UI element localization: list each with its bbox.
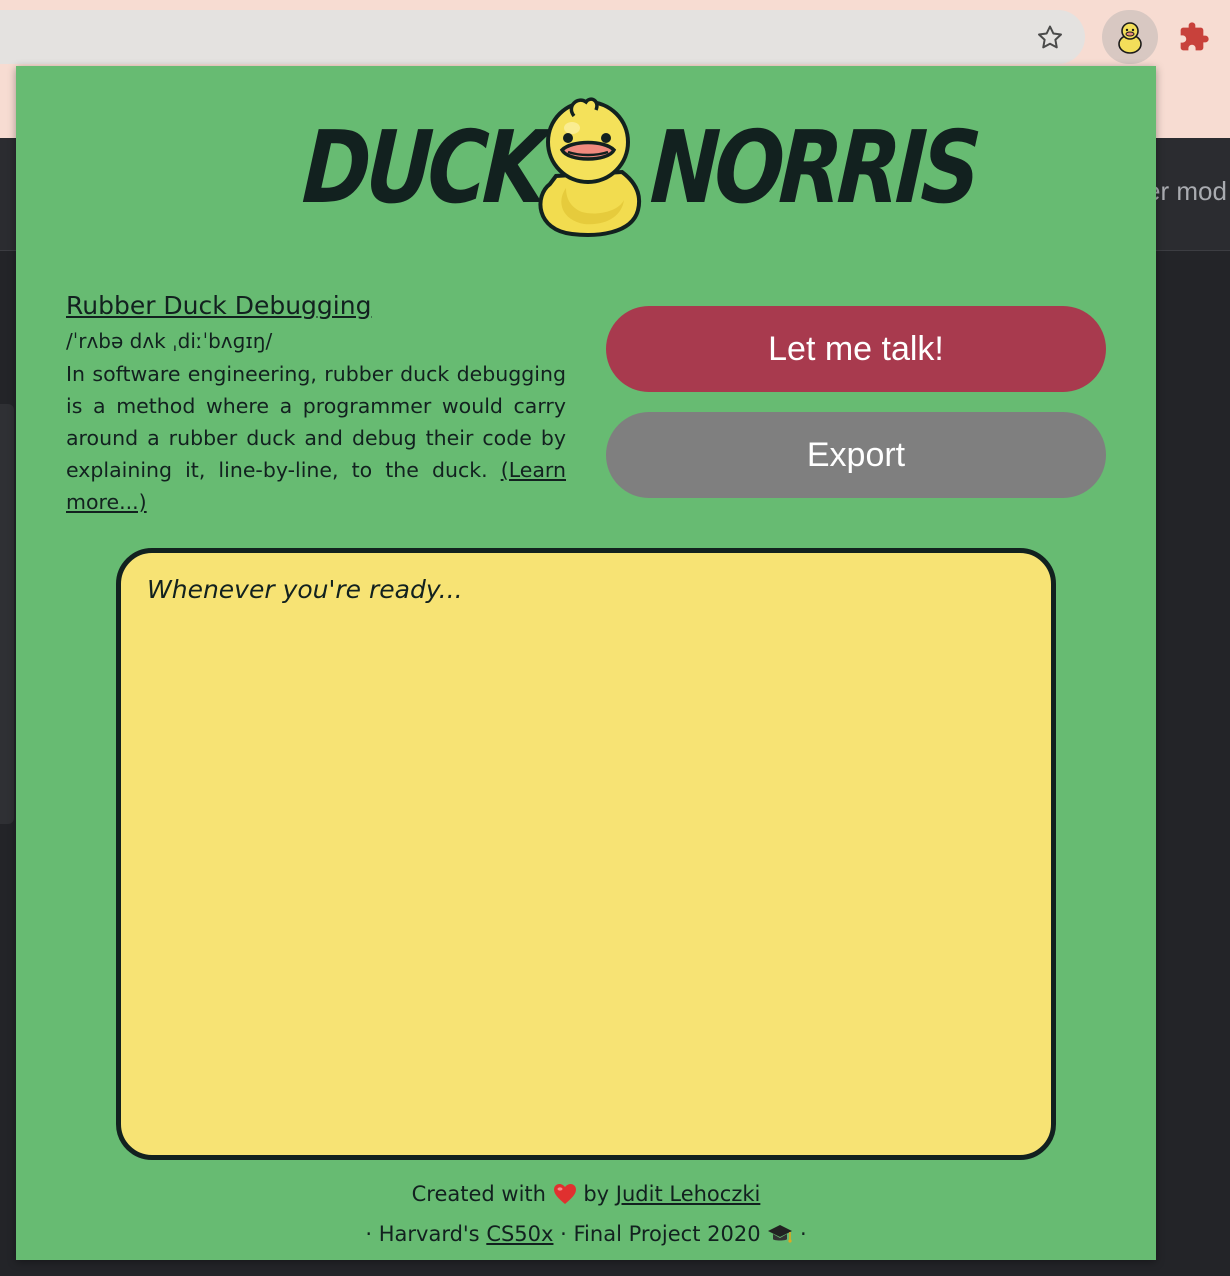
footer-final-project: · Final Project 2020 — [560, 1222, 761, 1246]
extension-popup: DUCK NORRIS Rubber Duck Debugging /ˈrʌbə… — [16, 66, 1156, 1260]
footer-harvard: · Harvard's — [365, 1222, 480, 1246]
app-logo: DUCK NORRIS — [300, 92, 979, 242]
definition-title-link[interactable]: Rubber Duck Debugging — [66, 288, 566, 324]
logo-word-norris: NORRIS — [647, 109, 980, 226]
footer-by: by — [583, 1182, 610, 1206]
background-page-text: er mod — [1146, 176, 1227, 206]
graduation-cap-icon — [768, 1225, 793, 1243]
logo-word-duck: DUCK — [299, 109, 546, 226]
footer: Created with by Judit Lehoczki · Harvard… — [16, 1174, 1156, 1254]
footer-line-2: · Harvard's CS50x · Final Project 2020 · — [16, 1214, 1156, 1254]
puzzle-icon[interactable] — [1168, 10, 1220, 64]
footer-created-with: Created with — [411, 1182, 546, 1206]
definition-body: In software engineering, rubber duck deb… — [66, 358, 566, 518]
let-me-talk-button[interactable]: Let me talk! — [606, 306, 1106, 392]
heart-icon — [553, 1184, 576, 1204]
footer-dot: · — [799, 1222, 807, 1246]
rubber-duck-icon — [538, 97, 642, 237]
footer-line-1: Created with by Judit Lehoczki — [16, 1174, 1156, 1214]
duck-extension-icon[interactable] — [1102, 10, 1158, 64]
bookmark-star-icon[interactable] — [1030, 18, 1070, 58]
definition-section: Rubber Duck Debugging /ˈrʌbə dʌk ˌdiːˈbʌ… — [66, 288, 566, 518]
definition-phonetic: /ˈrʌbə dʌk ˌdiːˈbʌɡɪŋ/ — [66, 329, 273, 353]
notes-textarea[interactable] — [116, 548, 1056, 1160]
address-bar[interactable] — [0, 10, 1085, 64]
export-button[interactable]: Export — [606, 412, 1106, 498]
definition-text: In software engineering, rubber duck deb… — [66, 362, 566, 482]
background-panel-edge — [0, 404, 14, 824]
course-link[interactable]: CS50x — [486, 1222, 553, 1246]
author-link[interactable]: Judit Lehoczki — [616, 1182, 761, 1206]
